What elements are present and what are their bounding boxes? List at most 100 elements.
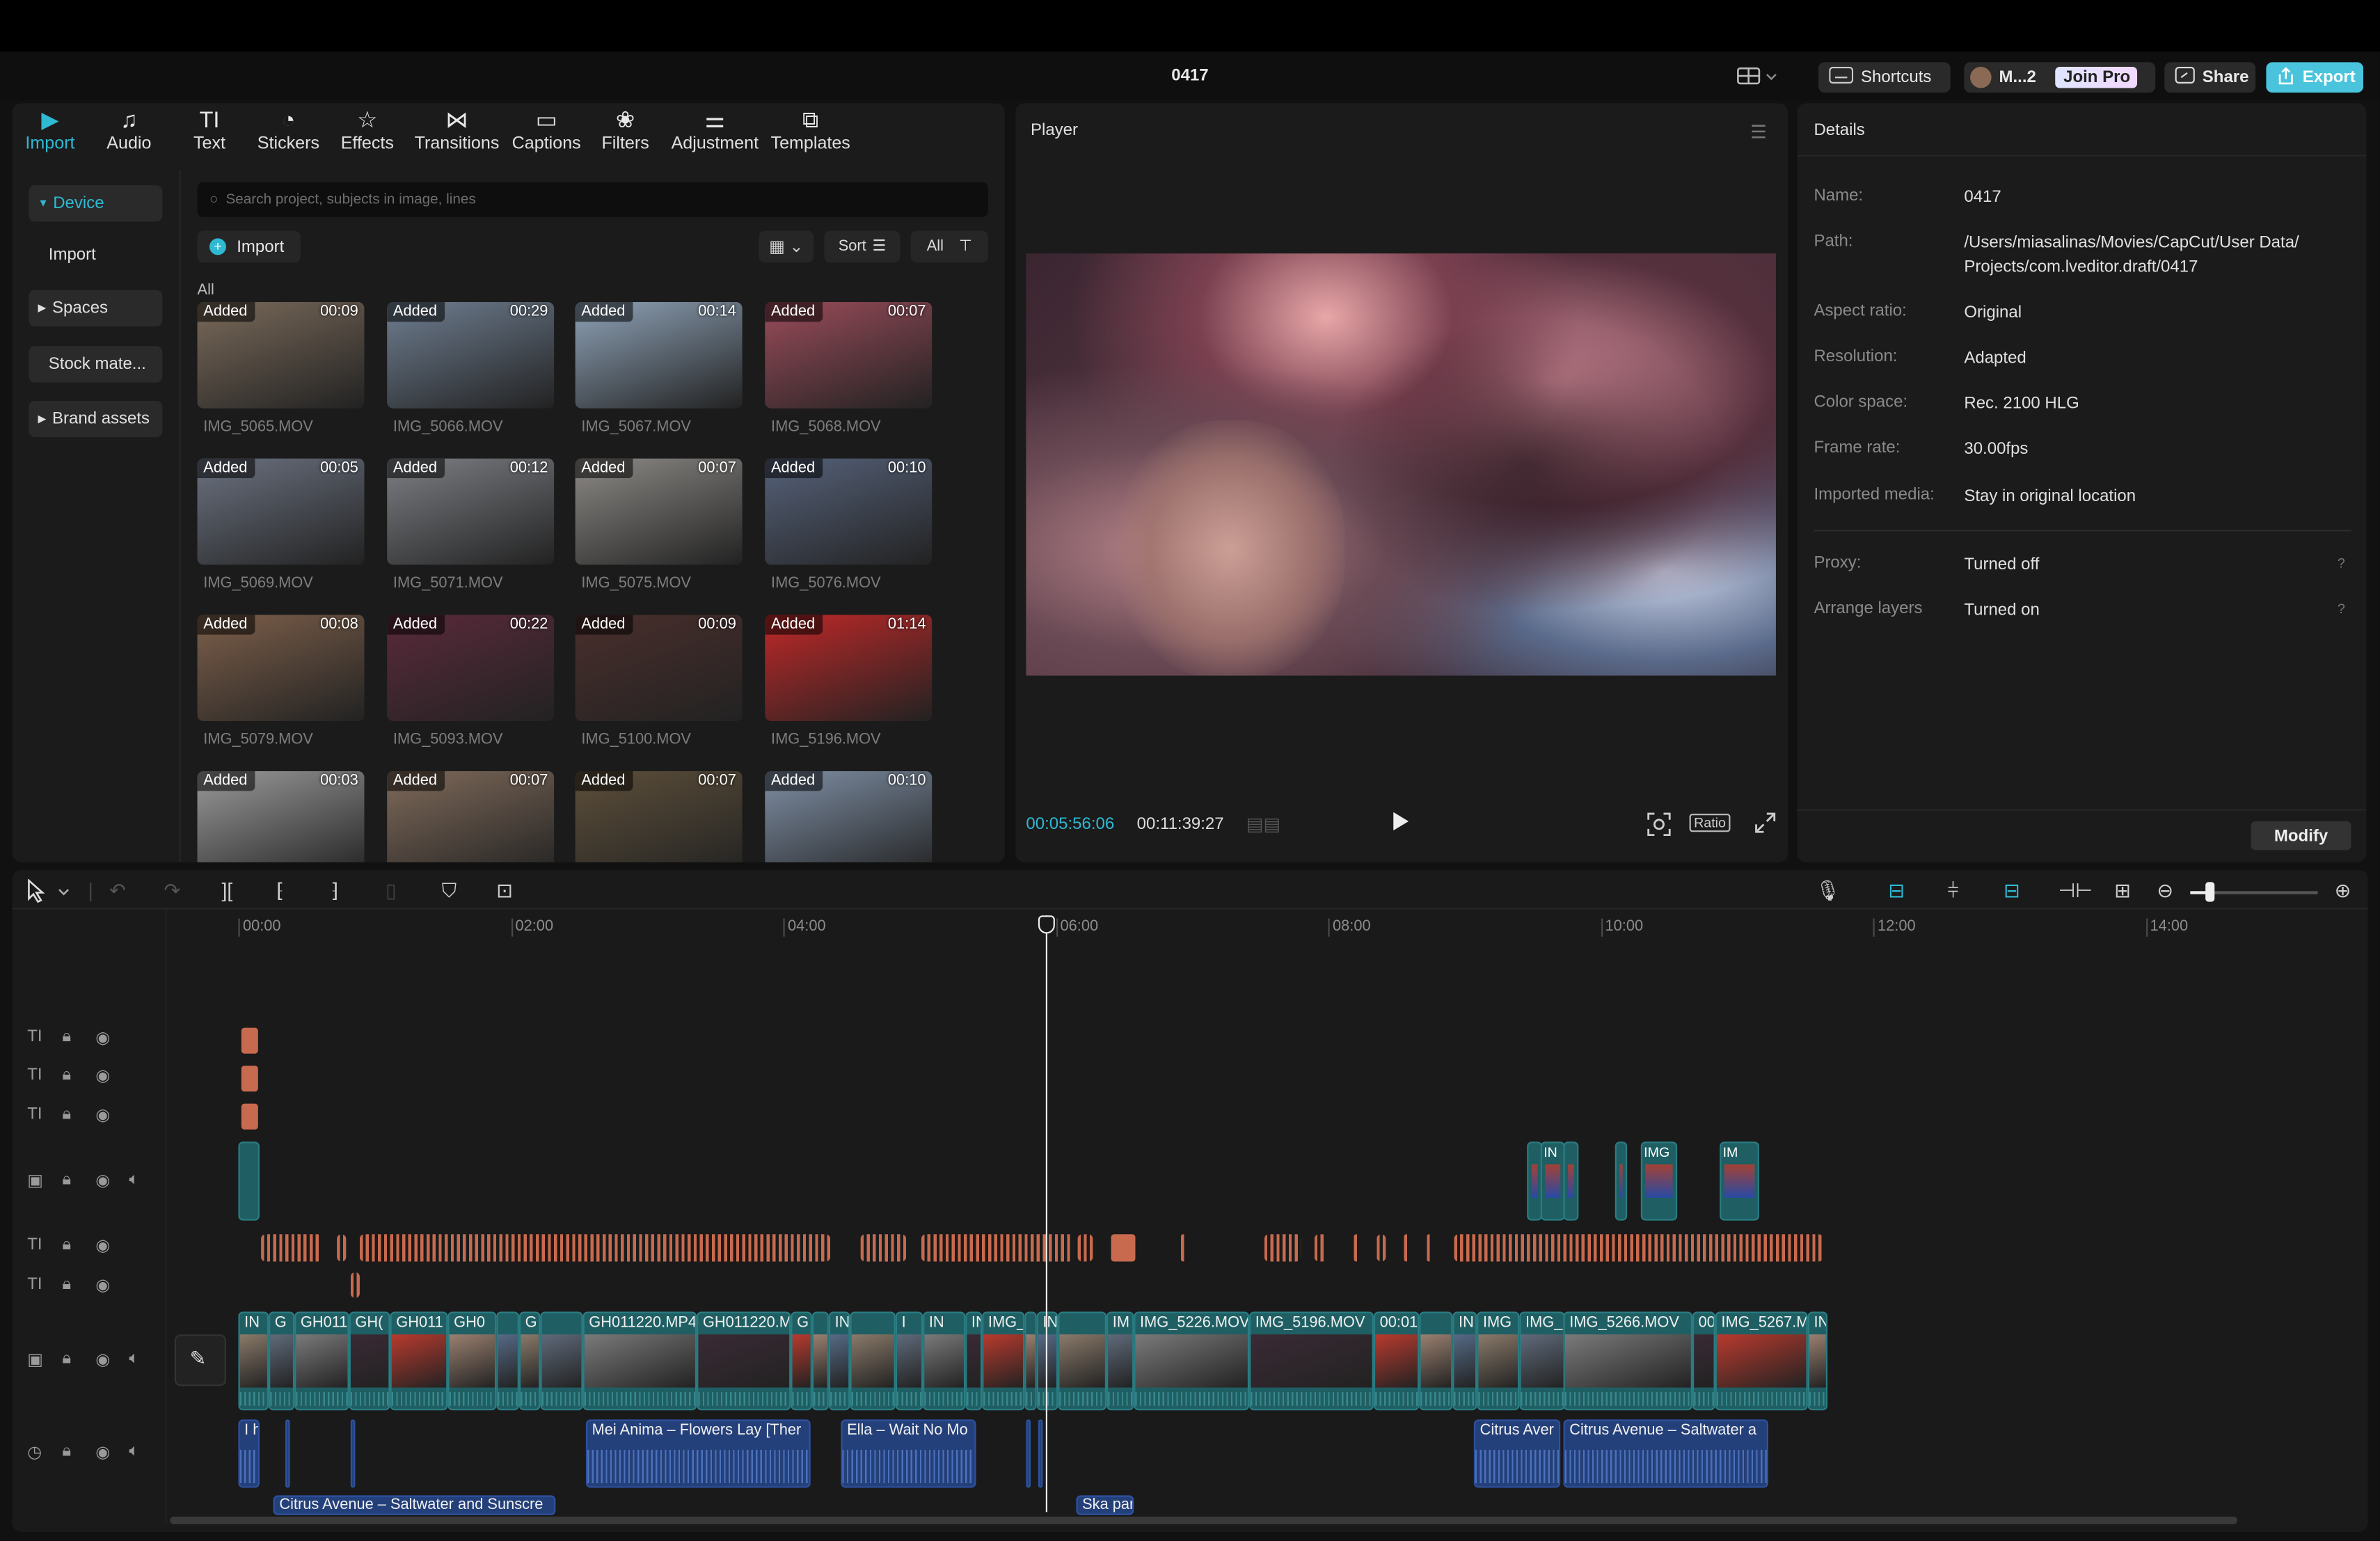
- sidebar-item-spaces[interactable]: ▶ Spaces: [29, 290, 163, 326]
- media-thumbnail[interactable]: Added 00:07: [387, 771, 555, 862]
- media-thumbnail[interactable]: Added 00:07: [765, 302, 933, 409]
- audio-clip[interactable]: Ska par: [1076, 1495, 1134, 1515]
- eye-icon[interactable]: ◉: [95, 1235, 110, 1256]
- caption-clips[interactable]: [1180, 1234, 1186, 1262]
- caption-clips[interactable]: [1077, 1234, 1093, 1262]
- video-clip[interactable]: GH011220.M: [697, 1311, 791, 1411]
- media-thumbnail[interactable]: Added 00:29: [387, 302, 555, 409]
- media-thumbnail[interactable]: Added 00:09: [575, 615, 743, 722]
- tab-effects[interactable]: ☆ Effects: [328, 103, 406, 170]
- tab-captions[interactable]: ▭ Captions: [507, 103, 585, 170]
- ratio-button[interactable]: Ratio: [1689, 814, 1731, 832]
- video-clip[interactable]: IN: [1452, 1311, 1477, 1411]
- export-button[interactable]: Export: [2266, 62, 2364, 93]
- lock-icon[interactable]: 🔒︎: [62, 1028, 71, 1048]
- lock-icon[interactable]: 🔒︎: [62, 1105, 71, 1125]
- video-clip[interactable]: GH011: [390, 1311, 448, 1411]
- layers-help-icon[interactable]: ?: [2338, 601, 2345, 617]
- text-clip[interactable]: [241, 1066, 258, 1092]
- media-thumbnail[interactable]: Added 00:10: [765, 771, 933, 862]
- video-clip[interactable]: GH0: [447, 1311, 497, 1411]
- video-clip[interactable]: I: [895, 1311, 923, 1411]
- text-clip[interactable]: [241, 1027, 258, 1054]
- zoom-out-icon[interactable]: ⊖: [2157, 879, 2173, 903]
- video-clip[interactable]: IMG: [1477, 1311, 1520, 1411]
- fit-icon[interactable]: [1647, 812, 1672, 841]
- speaker-icon[interactable]: 🔈︎: [129, 1171, 138, 1190]
- video-clip[interactable]: G: [518, 1311, 541, 1411]
- eye-icon[interactable]: ◉: [95, 1028, 110, 1048]
- video-clip[interactable]: GH011220.MP4: [582, 1311, 697, 1411]
- join-pro-badge[interactable]: Join Pro: [2056, 66, 2139, 88]
- link-icon[interactable]: ⊟: [2004, 879, 2020, 903]
- tab-transitions[interactable]: ⋈ Transitions: [407, 103, 507, 170]
- eye-icon[interactable]: ◉: [95, 1442, 110, 1462]
- caption-clips[interactable]: [860, 1234, 907, 1262]
- lock-icon[interactable]: 🔒︎: [62, 1350, 71, 1369]
- account-button[interactable]: M...2 Join Pro: [1964, 62, 2156, 93]
- eye-icon[interactable]: ◉: [95, 1350, 110, 1369]
- magnet-icon[interactable]: ⊟: [1888, 879, 1905, 903]
- trim-right-icon[interactable]: ⁆: [331, 879, 338, 903]
- video-clip[interactable]: IN: [1807, 1311, 1828, 1411]
- search-input[interactable]: ○ Search project, subjects in image, lin…: [197, 182, 988, 217]
- proxy-help-icon[interactable]: ?: [2338, 555, 2345, 571]
- video-clip[interactable]: [496, 1311, 519, 1411]
- video-clip[interactable]: [811, 1311, 829, 1411]
- tab-templates[interactable]: ⧉ Templates: [765, 103, 856, 170]
- overlay-clip[interactable]: [238, 1141, 260, 1221]
- media-thumbnail[interactable]: Added 00:12: [387, 458, 555, 565]
- audio-clip[interactable]: [285, 1419, 290, 1488]
- video-clip[interactable]: 00:01: [1373, 1311, 1420, 1411]
- video-clip[interactable]: G: [269, 1311, 295, 1411]
- video-clip[interactable]: IMG_: [1519, 1311, 1565, 1411]
- video-clip[interactable]: [1419, 1311, 1453, 1411]
- video-clip[interactable]: IN: [923, 1311, 966, 1411]
- marker-icon[interactable]: ⛉: [442, 879, 457, 903]
- fullscreen-icon[interactable]: [1754, 812, 1776, 838]
- audio-clip[interactable]: Mei Anima – Flowers Lay [Ther: [585, 1419, 811, 1488]
- snap-icon[interactable]: ⊣⊢: [2058, 879, 2093, 903]
- video-clip[interactable]: IMG_5226.MOV: [1134, 1311, 1250, 1411]
- split-icon[interactable]: ][: [221, 879, 232, 902]
- tab-audio[interactable]: ♫ Audio: [88, 103, 170, 170]
- caption-clips[interactable]: [1377, 1234, 1386, 1262]
- media-thumbnail[interactable]: Added 00:05: [197, 458, 365, 565]
- media-thumbnail[interactable]: Added 00:14: [575, 302, 743, 409]
- speaker-icon[interactable]: 🔈︎: [129, 1442, 138, 1462]
- text-clip[interactable]: [1111, 1234, 1136, 1262]
- caption-clips[interactable]: [1314, 1234, 1327, 1262]
- tab-stickers[interactable]: ◔ Stickers: [249, 103, 328, 170]
- video-clip[interactable]: [850, 1311, 896, 1411]
- eye-icon[interactable]: ◉: [95, 1275, 110, 1295]
- video-clip[interactable]: G: [791, 1311, 812, 1411]
- eye-icon[interactable]: ◉: [95, 1105, 110, 1125]
- select-tool-icon[interactable]: [26, 878, 71, 908]
- video-clip[interactable]: IN: [965, 1311, 983, 1411]
- lock-icon[interactable]: 🔒︎: [62, 1442, 71, 1462]
- sidebar-item-device[interactable]: ▼ Device: [29, 185, 163, 222]
- tab-filters[interactable]: ❀ Filters: [586, 103, 665, 170]
- caption-clips[interactable]: [337, 1234, 347, 1262]
- zoom-slider-handle[interactable]: [2205, 882, 2215, 902]
- video-clip[interactable]: [540, 1311, 583, 1411]
- media-thumbnail[interactable]: Added 00:03: [197, 771, 365, 862]
- crop-icon[interactable]: ⊡: [496, 879, 513, 903]
- caption-clips[interactable]: [921, 1234, 1074, 1262]
- video-clip[interactable]: GH011: [294, 1311, 349, 1411]
- video-preview[interactable]: [1026, 253, 1776, 676]
- text-clip[interactable]: [241, 1103, 258, 1130]
- media-thumbnail[interactable]: Added 00:09: [197, 302, 365, 409]
- lock-icon[interactable]: 🔒︎: [62, 1275, 71, 1295]
- audio-clip[interactable]: Citrus Aver: [1473, 1419, 1561, 1488]
- caption-clips[interactable]: [1404, 1234, 1409, 1262]
- redo-icon[interactable]: ↷: [164, 879, 181, 903]
- delete-icon[interactable]: ▯: [386, 879, 397, 903]
- overlay-clip[interactable]: [1615, 1141, 1628, 1221]
- playhead[interactable]: [1045, 915, 1047, 1512]
- audio-clip[interactable]: [1026, 1419, 1031, 1488]
- video-clip[interactable]: IN: [828, 1311, 850, 1411]
- media-thumbnail[interactable]: Added 00:07: [575, 458, 743, 565]
- modify-button[interactable]: Modify: [2251, 821, 2351, 851]
- eye-icon[interactable]: ◉: [95, 1066, 110, 1085]
